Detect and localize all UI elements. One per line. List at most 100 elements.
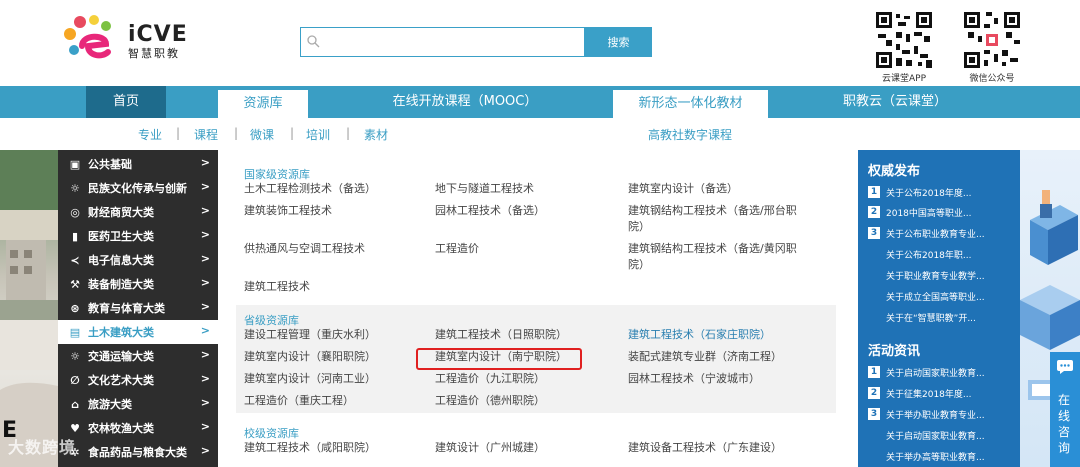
course-link[interactable]: 建筑工程技术（日照职院） <box>435 327 620 343</box>
chevron-right-icon: > <box>200 372 210 385</box>
course-link[interactable]: 建筑设备工程技术（广东建设） <box>628 440 818 456</box>
logo-mark-icon <box>64 15 111 59</box>
search-bar: 搜索 <box>300 27 652 57</box>
news-text: 关于公布2018年度... <box>886 188 972 199</box>
news-text: 关于启动国家职业教育... <box>886 431 985 442</box>
search-icon <box>307 35 320 48</box>
category-label: 旅游大类 <box>88 398 132 411</box>
news-rank-badge: 2 <box>868 387 880 399</box>
nav-mooc[interactable]: 在线开放课程（MOOC） <box>370 86 560 118</box>
subnav-micro-course[interactable]: 微课 <box>250 126 274 143</box>
news-text: 关于在“智慧职教”开... <box>886 313 976 324</box>
logo-cn: 智慧职教 <box>128 47 180 60</box>
subnav-training[interactable]: 培训 <box>306 126 330 143</box>
news-item[interactable]: 关于公布2018年职... <box>868 244 1018 264</box>
chevron-right-icon: > <box>200 228 210 241</box>
news-item[interactable]: 关于在“智慧职教”开... <box>868 307 1018 327</box>
nav-resource-lib[interactable]: 资源库 <box>218 90 308 118</box>
news-rank-badge: 1 <box>868 186 880 198</box>
search-input[interactable] <box>300 27 585 57</box>
nav-home[interactable]: 首页 <box>86 86 166 118</box>
chevron-right-icon: > <box>200 420 210 433</box>
course-link[interactable]: 工程造价 <box>435 241 615 257</box>
chevron-right-icon: > <box>200 156 210 169</box>
category-label: 食品药品与粮食大类 <box>88 446 187 459</box>
site-logo[interactable]: iCVE 智慧职教 <box>60 12 190 68</box>
category-label: 交通运输大类 <box>88 350 154 363</box>
subnav-material[interactable]: 素材 <box>364 126 388 143</box>
book-icon: ▣ <box>69 157 81 171</box>
course-link[interactable]: 土木工程检测技术（备选） <box>244 181 424 197</box>
category-public-basics[interactable]: ▣ 公共基础 > <box>58 152 218 176</box>
chevron-right-icon: > <box>200 300 210 313</box>
course-link[interactable]: 建筑钢结构工程技术（备选/邢台职院） <box>628 203 798 235</box>
chevron-right-icon: > <box>200 444 210 457</box>
news-panel: 权威发布 1 关于公布2018年度... 2 2018中国高等职业... 3 关… <box>858 150 1020 467</box>
subnav-major[interactable]: 专业 <box>138 126 162 143</box>
course-link[interactable]: 工程造价（重庆工程） <box>244 393 429 409</box>
course-link[interactable]: 建筑工程技术 <box>244 279 424 295</box>
authority-title: 权威发布 <box>868 164 921 179</box>
online-consult-button[interactable]: 在线咨询 <box>1050 352 1080 467</box>
news-text: 关于公布2018年职... <box>886 250 972 261</box>
course-link[interactable]: 工程造价（德州职院） <box>435 393 620 409</box>
news-item[interactable]: 1 关于公布2018年度... <box>868 182 1018 202</box>
hat-icon: ⌂ <box>71 397 79 411</box>
category-tourism[interactable]: ⌂ 旅游大类 > <box>58 392 218 416</box>
category-culture[interactable]: ☼ 民族文化传承与创新 > <box>58 176 218 200</box>
course-link[interactable]: 建筑室内设计（河南工业） <box>244 371 429 387</box>
news-item[interactable]: 2 关于征集2018年度... <box>868 383 1018 403</box>
subnav-hep-digital-course[interactable]: 高教社数字课程 <box>648 126 732 143</box>
ball-icon: ⊛ <box>70 301 80 315</box>
news-text: 关于举办高等职业教育... <box>886 452 985 463</box>
news-item[interactable]: 3 关于公布职业教育专业... <box>868 223 1018 243</box>
course-link[interactable]: 建筑工程技术（咸阳职院） <box>244 440 429 456</box>
chevron-right-icon: > <box>200 204 210 217</box>
category-transport[interactable]: ☼ 交通运输大类 > <box>58 344 218 368</box>
nav-new-textbook[interactable]: 新形态一体化教材 <box>613 90 768 118</box>
category-finance[interactable]: ◎ 财经商贸大类 > <box>58 200 218 224</box>
news-rank-badge: 1 <box>868 366 880 378</box>
news-rank-badge: 3 <box>868 408 880 420</box>
news-item[interactable]: 2 2018中国高等职业... <box>868 202 1018 222</box>
course-link[interactable]: 建设工程管理（重庆水利） <box>244 327 429 343</box>
news-item[interactable]: 关于成立全国高等职业... <box>868 286 1018 306</box>
course-link[interactable]: 建筑工程技术（石家庄职院） <box>628 327 818 343</box>
course-link[interactable]: 园林工程技术（备选） <box>435 203 615 219</box>
category-medicine[interactable]: ▮ 医药卫生大类 > <box>58 224 218 248</box>
course-link[interactable]: 供热通风与空调工程技术 <box>244 241 424 257</box>
course-link[interactable]: 建筑设计（广州城建） <box>435 440 620 456</box>
course-link[interactable]: 建筑钢结构工程技术（备选/黄冈职院） <box>628 241 798 273</box>
course-link[interactable]: 建筑装饰工程技术 <box>244 203 424 219</box>
news-text: 关于公布职业教育专业... <box>886 229 985 240</box>
course-link[interactable]: 建筑室内设计（襄阳职院） <box>244 349 429 365</box>
subnav-separator: | <box>346 126 351 140</box>
news-item[interactable]: 关于启动国家职业教育... <box>868 425 1018 445</box>
news-item[interactable]: 1 关于启动国家职业教育... <box>868 362 1018 382</box>
news-item[interactable]: 3 关于举办职业教育专业... <box>868 404 1018 424</box>
news-item[interactable]: 关于职业教育专业教学... <box>868 265 1018 285</box>
news-text: 关于职业教育专业教学... <box>886 271 985 282</box>
category-arts[interactable]: ∅ 文化艺术大类 > <box>58 368 218 392</box>
category-label: 土木建筑大类 <box>88 326 154 339</box>
category-food[interactable]: ✲ 食品药品与粮食大类 > <box>58 440 218 464</box>
subnav-course[interactable]: 课程 <box>194 126 218 143</box>
category-equipment[interactable]: ⚒ 装备制造大类 > <box>58 272 218 296</box>
news-text: 2018中国高等职业... <box>886 208 972 219</box>
course-link[interactable]: 建筑室内设计（备选） <box>628 181 808 197</box>
course-link[interactable]: 园林工程技术（宁波城市） <box>628 371 818 387</box>
category-education-sports[interactable]: ⊛ 教育与体育大类 > <box>58 296 218 320</box>
lamp-icon: ☼ <box>70 181 80 195</box>
course-link[interactable]: 地下与隧道工程技术 <box>435 181 615 197</box>
search-button[interactable]: 搜索 <box>585 27 652 57</box>
category-agriculture[interactable]: ♥ 农林牧渔大类 > <box>58 416 218 440</box>
main-nav: 首页 资源库 在线开放课程（MOOC） 新形态一体化教材 职教云（云课堂） <box>0 86 1080 118</box>
news-item[interactable]: 关于举办高等职业教育... <box>868 446 1018 466</box>
course-link[interactable]: 工程造价（九江职院） <box>435 371 620 387</box>
nav-cloud-class[interactable]: 职教云（云课堂） <box>835 86 955 118</box>
course-link[interactable]: 装配式建筑专业群（济南工程） <box>628 349 818 365</box>
news-rank-badge: 3 <box>868 227 880 239</box>
category-electronics[interactable]: ≺ 电子信息大类 > <box>58 248 218 272</box>
category-civil-construction[interactable]: ▤ 土木建筑大类 > <box>58 320 218 344</box>
category-label: 民族文化传承与创新 <box>88 182 187 195</box>
